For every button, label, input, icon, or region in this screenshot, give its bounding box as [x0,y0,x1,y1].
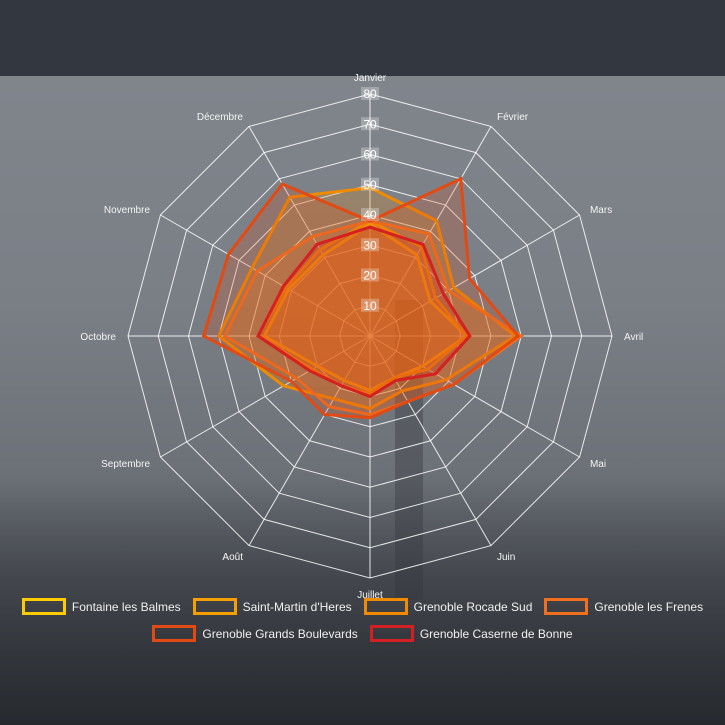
legend-swatch [544,598,589,615]
month-label: Janvier [354,73,387,84]
legend-swatch [152,625,197,642]
legend-item[interactable]: Grenoble les Frenes [544,598,703,615]
legend-swatch [363,598,408,615]
tick-label: 10 [363,299,377,313]
legend-swatch [192,598,237,615]
legend-label: Grenoble les Frenes [594,599,704,614]
legend: Fontaine les Balmes Saint-Martin d'Heres G… [0,598,725,642]
legend-label: Grenoble Rocade Sud [413,599,533,614]
month-label: Avril [624,332,643,343]
month-label: Octobre [80,332,116,343]
tick-label: 80 [363,87,377,101]
month-label: Août [222,552,243,563]
tick-label: 30 [363,238,377,252]
month-label: Juin [497,552,515,563]
tick-label: 70 [363,117,377,131]
legend-swatch [369,625,414,642]
legend-label: Fontaine les Balmes [71,599,181,614]
legend-label: Grenoble Grands Boulevards [202,626,358,641]
legend-label: Grenoble Caserne de Bonne [419,626,573,641]
month-label: Mars [590,205,612,216]
month-label: Décembre [197,112,244,123]
month-label: Novembre [104,205,151,216]
month-label: Mai [590,459,606,470]
legend-item[interactable]: Grenoble Caserne de Bonne [369,625,573,642]
legend-swatch [21,598,66,615]
month-label: Février [497,112,529,123]
legend-item[interactable]: Grenoble Grands Boulevards [152,625,358,642]
legend-item[interactable]: Saint-Martin d'Heres [192,598,352,615]
tick-label: 50 [363,178,377,192]
legend-label: Saint-Martin d'Heres [242,599,352,614]
legend-item[interactable]: Fontaine les Balmes [21,598,181,615]
month-label: Septembre [101,459,150,470]
legend-item[interactable]: Grenoble Rocade Sud [363,598,533,615]
tick-label: 60 [363,148,377,162]
tick-label: 20 [363,269,377,283]
tick-label: 40 [363,208,377,222]
